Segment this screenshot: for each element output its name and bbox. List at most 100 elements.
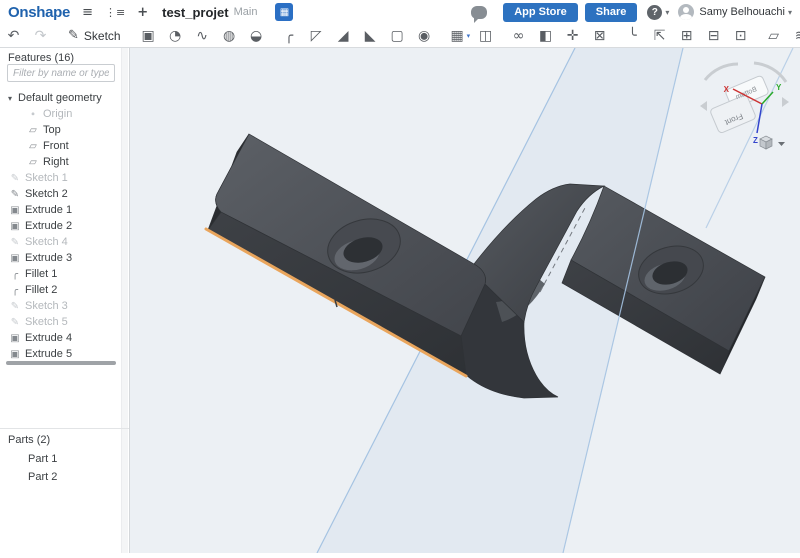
modify-fillet-icon[interactable]: ╰ (619, 25, 646, 47)
extrude-icon: ▣ (8, 349, 22, 360)
curves-icon[interactable]: ≋ (787, 25, 800, 47)
feedback-icon[interactable] (471, 6, 487, 19)
feature-item-origin[interactable]: ∙Origin (0, 106, 122, 122)
workspace-label[interactable]: Main (234, 6, 258, 18)
feature-item-sketch-5[interactable]: ✎Sketch 5 (0, 314, 122, 330)
share-button[interactable]: Share (585, 3, 638, 22)
feature-item-label: Extrude 3 (25, 252, 72, 264)
feature-item-extrude-2[interactable]: ▣Extrude 2 (0, 218, 122, 234)
split-icon[interactable]: ◧ (532, 25, 559, 47)
part-item-part-1[interactable]: Part 1 (0, 450, 122, 468)
sketch-icon: ✎ (8, 189, 22, 200)
sweep-icon[interactable]: ∿ (189, 25, 216, 47)
part-item-part-2[interactable]: Part 2 (0, 468, 122, 486)
feature-item-label: Default geometry (18, 92, 102, 104)
part-item-label: Part 1 (28, 453, 57, 465)
plane-icon: ▱ (26, 157, 40, 168)
document-title[interactable]: test_projet (162, 5, 228, 20)
learning-center-icon[interactable]: ▦ (275, 3, 293, 21)
feature-item-label: Extrude 1 (25, 204, 72, 216)
move-face-icon[interactable]: ⇱ (646, 25, 673, 47)
redo-icon[interactable]: ↷ (27, 25, 54, 47)
view-options-caret-icon (778, 142, 785, 146)
chamfer-icon[interactable]: ◸ (303, 25, 330, 47)
versions-icon[interactable]: ⋮≡ (105, 6, 125, 19)
pencil-icon: ✎ (68, 28, 79, 43)
feature-item-extrude-5[interactable]: ▣Extrude 5 (0, 346, 122, 362)
app-header: Onshape ≡ ⋮≡ + test_projet Main ▦ App St… (0, 0, 800, 24)
revolve-icon[interactable]: ◔ (162, 25, 189, 47)
undo-icon[interactable]: ↶ (0, 25, 27, 47)
rotate-right-arrow-icon (782, 97, 789, 107)
plane-icon: ▱ (26, 141, 40, 152)
feature-item-fillet-1[interactable]: ╭Fillet 1 (0, 266, 122, 282)
help-caret-icon[interactable]: ▾ (665, 8, 669, 17)
linear-pattern-caret-icon[interactable]: ▾ (467, 32, 471, 40)
fillet-icon: ╭ (8, 269, 22, 280)
feature-item-sketch-1[interactable]: ✎Sketch 1 (0, 170, 122, 186)
help-icon[interactable]: ? (647, 5, 662, 20)
transform-icon[interactable]: ✛ (559, 25, 586, 47)
user-caret-icon[interactable]: ▾ (788, 8, 792, 17)
onshape-logo[interactable]: Onshape (8, 4, 70, 21)
user-name[interactable]: Samy Belhouachi (699, 6, 785, 18)
feature-item-label: Top (43, 124, 61, 136)
main-menu-icon[interactable]: ≡ (82, 5, 93, 20)
feature-item-sketch-4[interactable]: ✎Sketch 4 (0, 234, 122, 250)
part-item-label: Part 2 (28, 471, 57, 483)
hole-icon[interactable]: ◉ (411, 25, 438, 47)
feature-toolbar: ↶↷✎Sketch▣◔∿◍◒╭◸◢◣▢◉▦▾◫∞◧✛⊠╰⇱⊞⊟⊡▱≋◷⇲(x)▩… (0, 24, 800, 48)
feature-item-top[interactable]: ▱Top (0, 122, 122, 138)
feature-item-sketch-2[interactable]: ✎Sketch 2 (0, 186, 122, 202)
extrude-icon: ▣ (8, 221, 22, 232)
rib-icon[interactable]: ◣ (357, 25, 384, 47)
feature-item-extrude-1[interactable]: ▣Extrude 1 (0, 202, 122, 218)
feature-item-default-geometry[interactable]: ▾Default geometry (0, 90, 122, 106)
feature-item-extrude-3[interactable]: ▣Extrude 3 (0, 250, 122, 266)
chevron-down-icon[interactable]: ▾ (8, 94, 18, 103)
mirror-icon[interactable]: ◫ (472, 25, 499, 47)
extrude-icon: ▣ (8, 333, 22, 344)
feature-item-label: Fillet 1 (25, 268, 57, 280)
extrude-icon: ▣ (8, 253, 22, 264)
part-body[interactable] (206, 134, 765, 398)
feature-item-right[interactable]: ▱Right (0, 154, 122, 170)
origin-icon: ∙ (26, 109, 40, 120)
fillet-icon[interactable]: ╭ (276, 25, 303, 47)
rollback-bar[interactable] (6, 361, 116, 365)
user-avatar[interactable] (678, 4, 694, 20)
feature-item-extrude-4[interactable]: ▣Extrude 4 (0, 330, 122, 346)
sheet-metal-icon[interactable]: ⊟ (700, 25, 727, 47)
surface-icon[interactable]: ▱ (760, 25, 787, 47)
feature-item-front[interactable]: ▱Front (0, 138, 122, 154)
feature-item-sketch-3[interactable]: ✎Sketch 3 (0, 298, 122, 314)
flatten-icon[interactable]: ⊡ (727, 25, 754, 47)
feature-tree: ▾Default geometry∙Origin▱Top▱Front▱Right… (0, 90, 122, 362)
3d-viewport[interactable]: Bottom Front X Y Z (130, 48, 800, 553)
feature-filter-input[interactable] (7, 64, 115, 82)
view-options-button[interactable] (760, 136, 785, 149)
thicken-icon[interactable]: ◒ (243, 25, 270, 47)
shell-icon[interactable]: ▢ (384, 25, 411, 47)
feature-item-label: Extrude 2 (25, 220, 72, 232)
extrude-icon[interactable]: ▣ (135, 25, 162, 47)
feature-item-label: Fillet 2 (25, 284, 57, 296)
delete-part-icon[interactable]: ⊠ (586, 25, 613, 47)
feature-item-fillet-2[interactable]: ╭Fillet 2 (0, 282, 122, 298)
graphics-area[interactable]: Bottom Front X Y Z (130, 48, 800, 553)
boolean-icon[interactable]: ∞ (505, 25, 532, 47)
panel-scrollbar[interactable] (121, 48, 128, 553)
parts-divider (0, 428, 129, 429)
draft-icon[interactable]: ◢ (330, 25, 357, 47)
features-title: Features (16) (8, 52, 74, 64)
offset-surface-icon[interactable]: ⊞ (673, 25, 700, 47)
insert-element-icon[interactable]: + (137, 5, 148, 20)
fillet-icon: ╭ (8, 285, 22, 296)
view-cube[interactable]: Bottom Front X Y Z (700, 63, 789, 145)
feature-item-label: Sketch 3 (25, 300, 68, 312)
sketch-button[interactable]: ✎ Sketch (60, 25, 129, 47)
loft-icon[interactable]: ◍ (216, 25, 243, 47)
feature-item-label: Extrude 4 (25, 332, 72, 344)
app-store-button[interactable]: App Store (503, 3, 578, 22)
sketch-button-label: Sketch (84, 29, 121, 43)
